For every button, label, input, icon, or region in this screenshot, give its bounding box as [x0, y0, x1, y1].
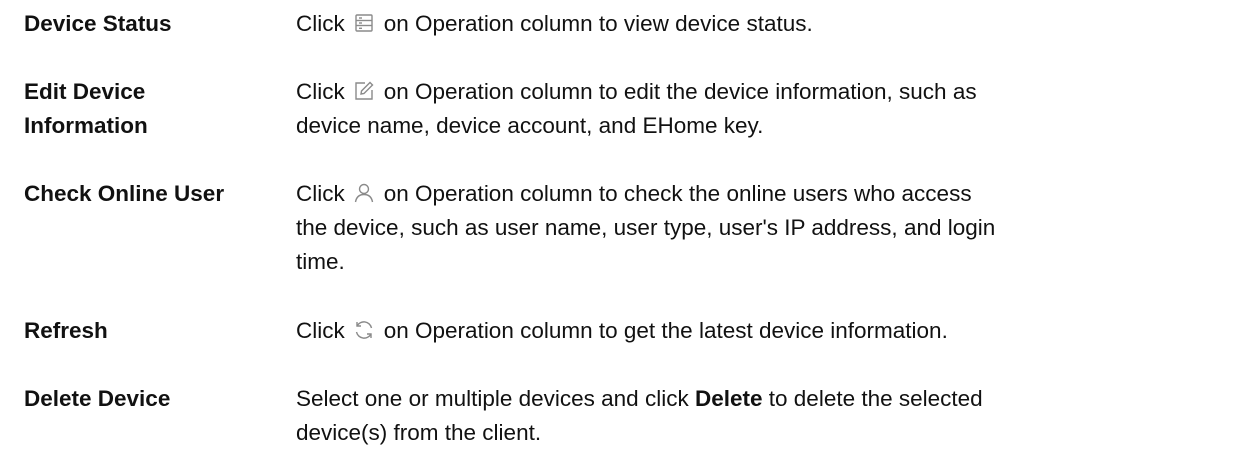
desc-line-3: time.: [296, 249, 345, 274]
desc-line-1: Click on Operation column to check the on…: [296, 177, 1226, 211]
term-device-status: Device Status: [24, 11, 172, 36]
desc-text: on Operation column to view device statu…: [383, 11, 813, 36]
desc-device-status: Click on Operation column to view device …: [296, 7, 1226, 41]
device-status-icon: [353, 12, 375, 34]
edit-icon: [353, 80, 375, 102]
desc-line-1: Select one or multiple devices and click…: [296, 382, 1226, 416]
term-edit-device-information: Edit Device Information: [24, 75, 274, 143]
user-icon: [353, 182, 375, 204]
desc-check-online-user: Click on Operation column to check the on…: [296, 177, 1226, 279]
desc-refresh: Click on Operation column to get the late…: [296, 314, 1226, 348]
desc-click-text: Click: [296, 181, 345, 206]
term-line-1: Edit Device: [24, 79, 146, 104]
term-delete-device: Delete Device: [24, 386, 171, 411]
delete-keyword: Delete: [694, 386, 763, 411]
desc-click-text: Click: [296, 11, 345, 36]
desc-edit-device-information: Click on Operation column to edit the dev…: [296, 75, 1226, 143]
desc-text: on Operation column to get the latest de…: [383, 318, 948, 343]
refresh-icon: [353, 319, 375, 341]
desc-line-2: device(s) from the client.: [296, 420, 542, 445]
desc-line-2: device name, device account, and EHome k…: [296, 113, 764, 138]
term-check-online-user: Check Online User: [24, 181, 225, 206]
desc-click-text: Click: [296, 318, 345, 343]
desc-delete-device: Select one or multiple devices and click…: [296, 382, 1226, 450]
desc-click-text: Click: [296, 79, 345, 104]
term-line-2: Information: [24, 113, 148, 138]
document: Device Status Click on Operation column t…: [0, 0, 1244, 461]
desc-text: on Operation column to check the online …: [383, 181, 972, 206]
desc-text: to delete the selected: [768, 386, 983, 411]
desc-text: Select one or multiple devices and click: [296, 386, 689, 411]
desc-line-2: the device, such as user name, user type…: [296, 215, 996, 240]
desc-text: on Operation column to edit the device i…: [383, 79, 977, 104]
term-refresh: Refresh: [24, 318, 108, 343]
desc-line-1: Click on Operation column to edit the dev…: [296, 75, 1226, 109]
